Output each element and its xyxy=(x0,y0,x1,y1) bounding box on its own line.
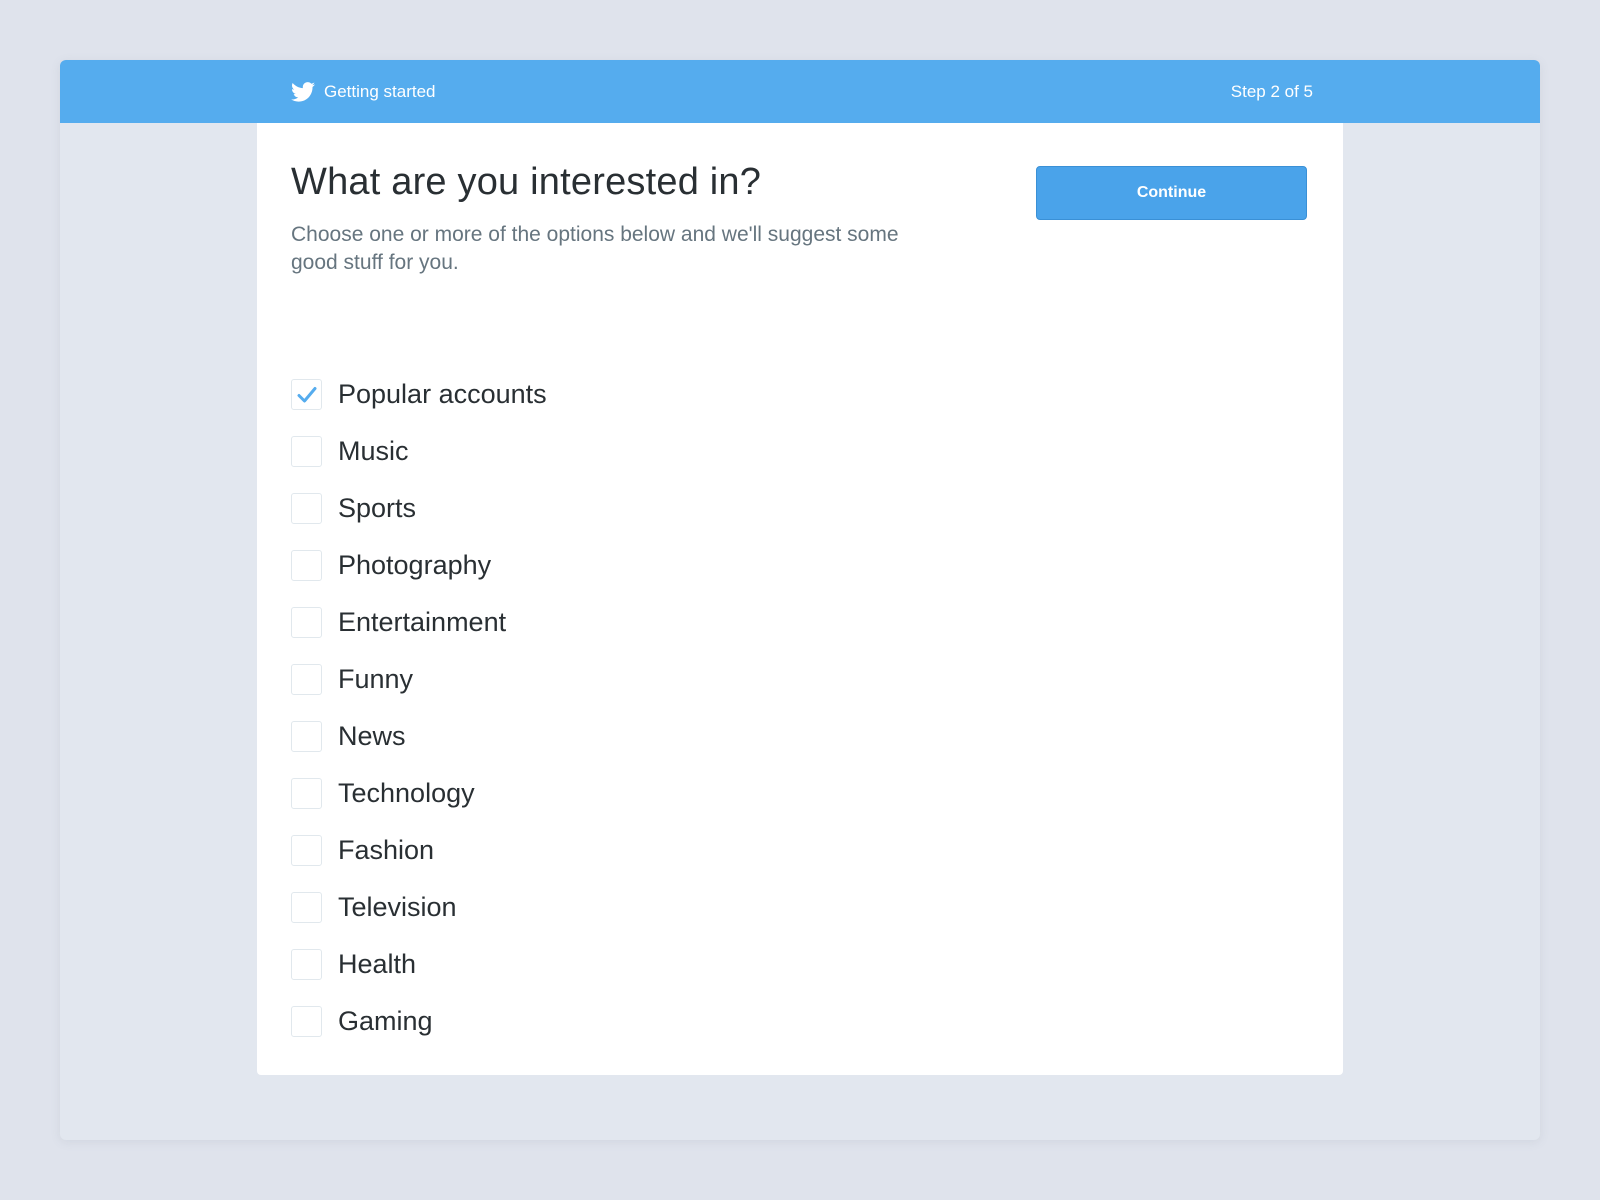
interest-checkbox[interactable] xyxy=(291,436,322,467)
interest-label: Popular accounts xyxy=(338,379,547,409)
interest-option[interactable]: Music xyxy=(291,423,547,480)
interests-card: What are you interested in? Choose one o… xyxy=(257,123,1343,1075)
interest-option[interactable]: Entertainment xyxy=(291,594,547,651)
twitter-bird-icon xyxy=(291,81,315,102)
interest-checkbox[interactable] xyxy=(291,664,322,695)
interest-label: Funny xyxy=(338,664,414,694)
interest-option[interactable]: Fashion xyxy=(291,822,547,879)
interest-checkbox[interactable] xyxy=(291,892,322,923)
interest-label: Fashion xyxy=(338,835,435,865)
interest-checkbox[interactable] xyxy=(291,550,322,581)
interest-label: Gaming xyxy=(338,1006,433,1036)
interest-label: Sports xyxy=(338,493,417,523)
interest-checkbox[interactable] xyxy=(291,949,322,980)
interest-checkbox[interactable] xyxy=(291,493,322,524)
interest-label: Technology xyxy=(338,778,475,808)
interest-checkbox[interactable] xyxy=(291,835,322,866)
interest-options-list: Popular accounts Music Sports Photography En… xyxy=(291,366,547,1050)
interest-option[interactable]: Television xyxy=(291,879,547,936)
brand: Getting started xyxy=(291,82,436,102)
interest-checkbox[interactable] xyxy=(291,607,322,638)
interest-label: Entertainment xyxy=(338,607,507,637)
interest-option[interactable]: Photography xyxy=(291,537,547,594)
page-title: What are you interested in? xyxy=(291,161,762,203)
interest-option[interactable]: Funny xyxy=(291,651,547,708)
interest-option[interactable]: Popular accounts xyxy=(291,366,547,423)
interest-option[interactable]: Gaming xyxy=(291,993,547,1050)
interest-label: Photography xyxy=(338,550,492,580)
interest-option[interactable]: News xyxy=(291,708,547,765)
top-bar: Getting started Step 2 of 5 xyxy=(60,60,1540,123)
page-subtitle: Choose one or more of the options below … xyxy=(291,223,899,274)
header-title: Getting started xyxy=(324,81,436,101)
interest-checkbox[interactable] xyxy=(291,721,322,752)
interest-checkbox[interactable] xyxy=(291,1006,322,1037)
interest-label: News xyxy=(338,721,406,751)
interest-option[interactable]: Health xyxy=(291,936,547,993)
step-indicator: Step 2 of 5 xyxy=(1230,81,1313,101)
top-bar-content: Getting started Step 2 of 5 xyxy=(291,60,1313,123)
interest-option[interactable]: Technology xyxy=(291,765,547,822)
interest-label: Health xyxy=(338,949,417,979)
interest-label: Music xyxy=(338,436,409,466)
interest-checkbox[interactable] xyxy=(291,379,322,410)
interest-checkbox[interactable] xyxy=(291,778,322,809)
continue-button[interactable]: Continue xyxy=(1036,166,1307,220)
interest-option[interactable]: Sports xyxy=(291,480,547,537)
app-window: Getting started Step 2 of 5 What are you… xyxy=(60,60,1540,1140)
checkmark-icon xyxy=(297,386,316,402)
interest-label: Television xyxy=(338,892,457,922)
